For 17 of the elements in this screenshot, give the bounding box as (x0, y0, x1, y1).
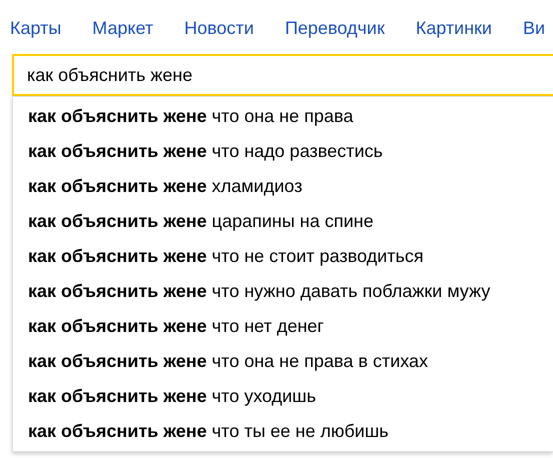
nav-link[interactable]: Картинки (416, 15, 492, 42)
suggestion-item[interactable]: как объяснить жене что нет денег (13, 309, 553, 344)
nav-link[interactable]: Ви (522, 15, 546, 42)
nav-link[interactable]: Новости (184, 15, 254, 42)
suggestion-item[interactable]: как объяснить жене что она не права (13, 99, 553, 134)
suggestion-item[interactable]: как объяснить жене что ты ее не любишь (13, 414, 553, 449)
suggestion-item[interactable]: как объяснить жене хламидиоз (13, 169, 553, 204)
suggestion-item[interactable]: как объяснить жене что не стоит разводиться (13, 239, 553, 274)
nav-link[interactable]: Маркет (92, 15, 154, 42)
nav-link[interactable]: Переводчик (284, 15, 385, 42)
nav-link[interactable]: Карты (10, 15, 62, 42)
search-field[interactable]: как объяснить жене (12, 54, 553, 96)
suggestion-item[interactable]: как объяснить жене что надо развестись (13, 134, 553, 169)
suggestion-item[interactable]: как объяснить жене царапины на спине (13, 204, 553, 239)
suggestion-item[interactable]: как объяснить жене что нужно давать поблажки мужу (13, 274, 553, 309)
suggestion-item[interactable]: как объяснить жене что уходишь (13, 379, 553, 414)
suggestion-item[interactable]: как объяснить жене что она не права в стихах (13, 344, 553, 379)
